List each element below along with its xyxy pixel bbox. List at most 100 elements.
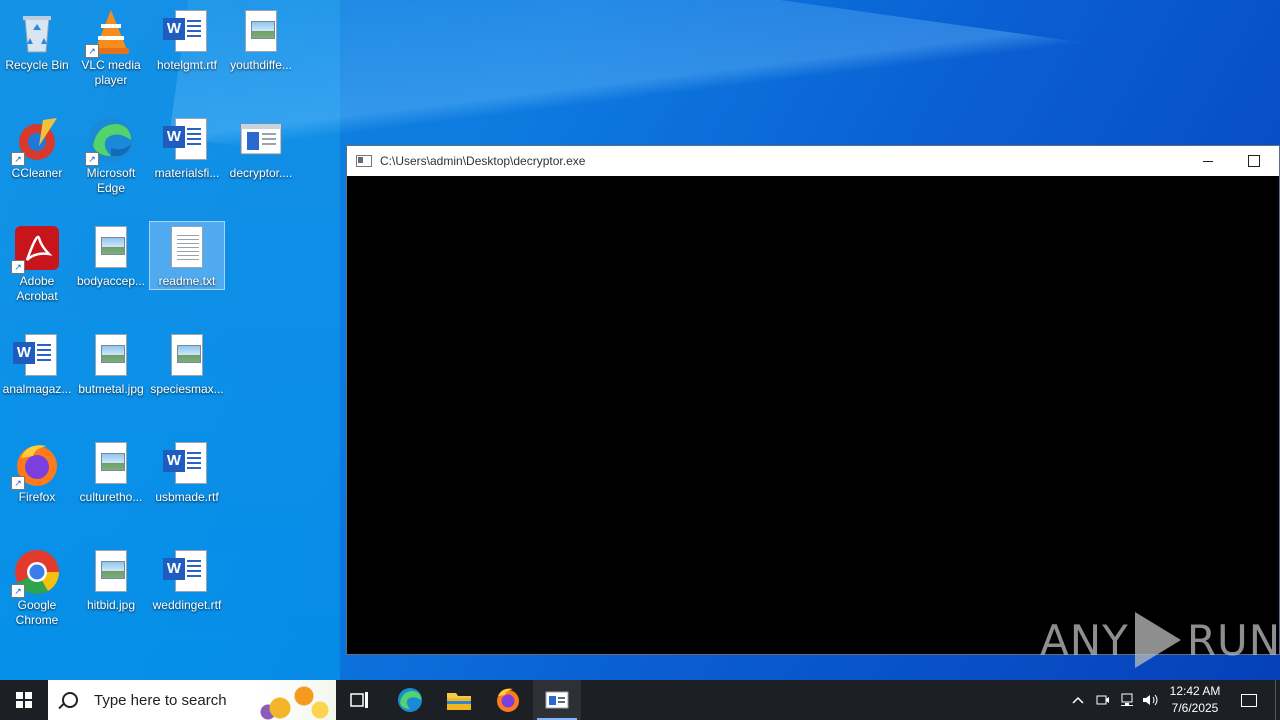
icon-label: hitbid.jpg (86, 598, 136, 612)
taskbar: Type here to search 12:42 AM 7/6/2025 (0, 680, 1280, 720)
desktop-icon-speciesmax[interactable]: speciesmax... (150, 326, 224, 397)
image-file-icon (163, 332, 211, 380)
shortcut-arrow-icon: ↗ (85, 44, 99, 58)
desktop-icon-hitbid[interactable]: hitbid.jpg (74, 542, 148, 613)
edge-icon: ↗ (85, 116, 135, 166)
search-icon (62, 692, 78, 708)
desktop-icon-decryptor[interactable]: decryptor.... (224, 110, 298, 181)
task-view-icon (350, 692, 368, 708)
taskbar-search-box[interactable]: Type here to search (48, 680, 336, 720)
play-icon (1134, 612, 1181, 668)
icon-label: youthdiffe... (230, 58, 292, 72)
clock-time: 12:42 AM (1169, 684, 1221, 698)
console-title: C:\Users\admin\Desktop\decryptor.exe (380, 154, 586, 168)
desktop-icon-ccleaner[interactable]: ↗ CCleaner (0, 110, 74, 181)
camera-icon (1096, 695, 1109, 705)
icon-label: speciesmax... (150, 382, 224, 396)
icon-label: usbmade.rtf (155, 490, 219, 504)
shortcut-arrow-icon: ↗ (11, 260, 25, 274)
icon-label: weddinget.rtf (152, 598, 222, 612)
icon-label: analmagaz... (2, 382, 72, 396)
desktop-icon-materialsfi[interactable]: W materialsfi... (150, 110, 224, 181)
taskbar-edge-button[interactable] (386, 680, 434, 720)
desktop-icon-readme[interactable]: readme.txt (149, 221, 225, 290)
start-button[interactable] (0, 680, 48, 720)
windows-logo-icon (16, 692, 32, 708)
minimize-icon (1203, 160, 1213, 162)
console-output-area[interactable] (347, 176, 1279, 654)
text-file-icon (163, 224, 211, 272)
anyrun-watermark: ANY RUN (1040, 612, 1280, 668)
exe-window-icon (237, 116, 285, 164)
desktop-icon-weddinget[interactable]: W weddinget.rtf (150, 542, 224, 613)
folder-icon (447, 693, 471, 710)
desktop-icon-bodyaccep[interactable]: bodyaccep... (74, 218, 148, 289)
icon-label: Microsoft Edge (86, 166, 136, 195)
desktop-icon-usbmade[interactable]: W usbmade.rtf (150, 434, 224, 505)
shortcut-arrow-icon: ↗ (11, 152, 25, 166)
tray-volume-button[interactable] (1140, 680, 1162, 720)
firefox-icon: ↗ (11, 440, 61, 490)
tray-network-button[interactable] (1116, 680, 1138, 720)
speaker-icon (1143, 694, 1158, 706)
maximize-button[interactable] (1231, 146, 1277, 176)
icon-label: hotelgmt.rtf (156, 58, 218, 72)
show-hidden-icons-button[interactable] (1068, 680, 1088, 720)
maximize-icon (1248, 155, 1260, 167)
desktop-icon-microsoft-edge[interactable]: ↗ Microsoft Edge (74, 110, 148, 196)
taskbar-firefox-button[interactable] (484, 680, 532, 720)
icon-label: VLC media player (81, 58, 141, 87)
icon-label: Firefox (18, 490, 56, 504)
icon-label: Google Chrome (15, 598, 59, 627)
acrobat-icon: ↗ (11, 224, 61, 274)
network-icon (1121, 693, 1133, 706)
console-app-icon (545, 691, 569, 709)
tray-meet-button[interactable] (1092, 680, 1114, 720)
desktop-icon-culturetho[interactable]: culturetho... (74, 434, 148, 505)
icon-label: CCleaner (11, 166, 63, 180)
icon-label: culturetho... (79, 490, 143, 504)
shortcut-arrow-icon: ↗ (85, 152, 99, 166)
image-file-icon (87, 332, 135, 380)
search-highlight-graphic (256, 680, 336, 720)
icon-label: butmetal.jpg (78, 382, 144, 396)
edge-icon (398, 688, 422, 712)
icon-label: Recycle Bin (5, 58, 69, 72)
shortcut-arrow-icon: ↗ (11, 476, 25, 490)
desktop-icon-firefox[interactable]: ↗ Firefox (0, 434, 74, 505)
console-titlebar[interactable]: C:\Users\admin\Desktop\decryptor.exe (347, 146, 1279, 176)
image-file-icon (87, 224, 135, 272)
desktop-icon-analmagaz[interactable]: W analmagaz... (0, 326, 74, 397)
icon-label: decryptor.... (229, 166, 293, 180)
console-app-icon (356, 155, 372, 167)
icon-label: Adobe Acrobat (16, 274, 58, 303)
task-view-button[interactable] (336, 680, 384, 720)
chrome-icon: ↗ (11, 548, 61, 598)
show-desktop-button[interactable] (1275, 680, 1280, 720)
desktop-icon-hotelgmt[interactable]: W hotelgmt.rtf (150, 2, 224, 73)
desktop-icon-adobe-acrobat[interactable]: ↗ Adobe Acrobat (0, 218, 74, 304)
word-doc-icon: W (163, 116, 211, 164)
watermark-right-text: RUN (1186, 615, 1280, 665)
console-window[interactable]: C:\Users\admin\Desktop\decryptor.exe (346, 145, 1280, 655)
desktop-icon-google-chrome[interactable]: ↗ Google Chrome (0, 542, 74, 628)
desktop-icon-recycle-bin[interactable]: Recycle Bin (0, 2, 74, 73)
word-doc-icon: W (163, 440, 211, 488)
action-center-button[interactable] (1234, 680, 1264, 720)
word-doc-icon: W (13, 332, 61, 380)
notification-icon (1241, 693, 1257, 707)
desktop-icon-vlc[interactable]: ↗ VLC media player (74, 2, 148, 88)
desktop-icon-butmetal[interactable]: butmetal.jpg (74, 326, 148, 397)
shortcut-arrow-icon: ↗ (11, 584, 25, 598)
image-file-icon (237, 8, 285, 56)
taskbar-decryptor-button[interactable] (533, 680, 581, 720)
clock-date: 7/6/2025 (1171, 701, 1219, 715)
recycle-bin-icon (13, 8, 61, 56)
taskbar-file-explorer-button[interactable] (435, 680, 483, 720)
chevron-up-icon (1072, 696, 1084, 704)
taskbar-clock[interactable]: 12:42 AM 7/6/2025 (1160, 683, 1230, 717)
icon-label: bodyaccep... (76, 274, 146, 288)
minimize-button[interactable] (1185, 146, 1231, 176)
desktop-icon-youthdiffe[interactable]: youthdiffe... (224, 2, 298, 73)
image-file-icon (87, 440, 135, 488)
